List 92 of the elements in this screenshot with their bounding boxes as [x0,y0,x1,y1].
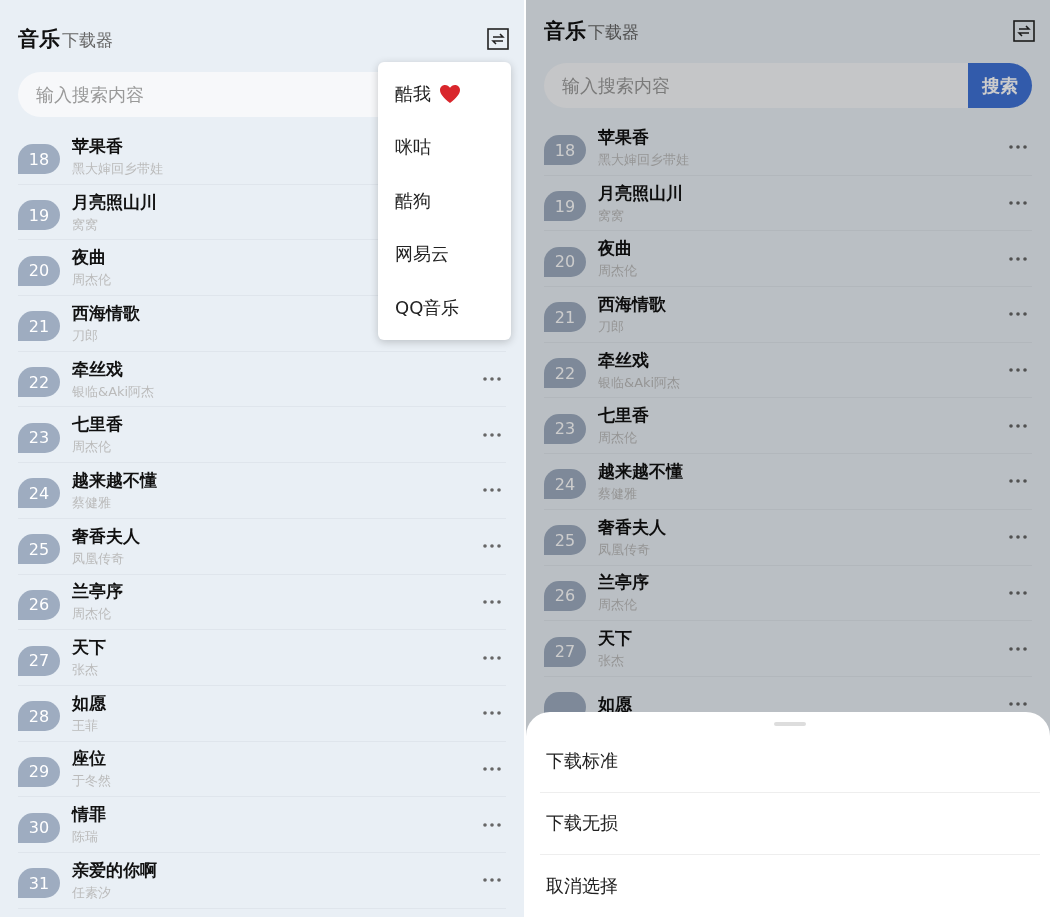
more-icon[interactable] [482,487,502,494]
more-icon[interactable] [482,877,502,884]
song-artist: 刀郎 [72,326,98,345]
more-icon[interactable] [482,543,502,550]
song-title: 亲爱的你啊 [72,858,157,881]
track-number: 26 [18,589,60,620]
sheet-option[interactable]: 下载无损 [540,792,1040,856]
more-icon[interactable] [1008,534,1028,541]
song-artist: 窝窝 [72,215,98,234]
sheet-option[interactable]: 下载标准 [540,730,1040,793]
track-number: 28 [18,701,60,732]
song-title: 西海情歌 [598,292,666,315]
drag-handle[interactable] [774,722,806,726]
more-icon[interactable] [482,376,502,383]
more-icon[interactable] [1008,645,1028,652]
track-number: 20 [544,246,586,277]
track-number: 24 [544,469,586,500]
more-icon[interactable] [482,654,502,661]
song-title: 天下 [598,627,632,650]
swap-icon [487,28,509,50]
sheet-option[interactable]: 取消选择 [540,855,1040,917]
song-title: 兰亭序 [72,580,123,603]
song-row[interactable]: 25 奢香夫人 凤凰传奇 [18,518,506,575]
more-icon[interactable] [1008,701,1028,708]
more-icon[interactable] [1008,144,1028,151]
app-title: 音乐 [18,26,60,53]
song-title: 情罪 [72,803,106,826]
track-number: 18 [18,144,60,175]
track-number: 25 [544,525,586,556]
track-number: 23 [18,422,60,453]
song-artist: 于冬然 [72,772,111,791]
song-title: 越来越不懂 [598,459,683,482]
more-icon[interactable] [482,765,502,772]
track-number: 21 [18,311,60,342]
track-number: 18 [544,135,586,166]
song-title: 天下 [72,636,106,659]
song-title: 越来越不懂 [72,468,157,491]
app-title: 音乐 [544,18,586,45]
more-icon[interactable] [482,598,502,605]
more-icon[interactable] [1008,255,1028,262]
track-number: 24 [18,478,60,509]
more-icon[interactable] [482,431,502,438]
track-number: 19 [18,200,60,231]
song-title: 月亮照山川 [598,181,683,204]
search-field[interactable]: 输入搜索内容 [544,63,968,108]
song-title: 牵丝戏 [72,357,123,380]
more-icon[interactable] [1008,200,1028,207]
track-number: 25 [18,534,60,565]
song-title: 兰亭序 [598,571,649,594]
track-number: 30 [18,812,60,843]
song-artist: 王菲 [72,716,98,735]
track-number: 20 [18,255,60,286]
song-title: 夜曲 [72,246,106,269]
search-button[interactable]: 搜索 [968,63,1032,108]
switch-button[interactable] [1012,19,1036,43]
song-row[interactable]: 29 座位 于冬然 [18,741,506,798]
song-title: 如愿 [598,693,632,716]
app-subtitle: 下载器 [62,29,113,52]
track-number: 23 [544,413,586,444]
song-title: 七里香 [72,413,123,436]
song-title: 奢香夫人 [598,515,666,538]
track-number: 21 [544,302,586,333]
more-icon[interactable] [1008,367,1028,374]
track-number: 22 [18,367,60,398]
song-title: 如愿 [72,691,106,714]
more-icon[interactable] [1008,478,1028,485]
track-number: 31 [18,868,60,899]
app-subtitle: 下载器 [588,21,639,44]
more-icon[interactable] [1008,311,1028,318]
song-title: 月亮照山川 [72,190,157,213]
song-title: 苹果香 [72,134,123,157]
swap-icon [1013,20,1035,42]
song-row[interactable]: 28 如愿 王菲 [18,685,506,742]
song-title: 夜曲 [598,237,632,260]
more-icon[interactable] [482,821,502,828]
song-title: 奢香夫人 [72,524,140,547]
more-icon[interactable] [482,710,502,717]
song-artist: 凤凰传奇 [72,549,124,568]
more-icon[interactable] [1008,422,1028,429]
switch-button[interactable] [486,27,510,51]
song-title: 牵丝戏 [598,348,649,371]
more-icon[interactable] [1008,589,1028,596]
track-number: 22 [544,358,586,389]
song-title: 座位 [72,747,106,770]
song-title: 苹果香 [598,125,649,148]
track-number: 19 [544,191,586,222]
song-title: 七里香 [598,404,649,427]
track-number: 27 [544,636,586,667]
track-number: 27 [18,645,60,676]
track-number: 29 [18,756,60,787]
track-number: 26 [544,580,586,611]
song-title: 西海情歌 [72,301,140,324]
